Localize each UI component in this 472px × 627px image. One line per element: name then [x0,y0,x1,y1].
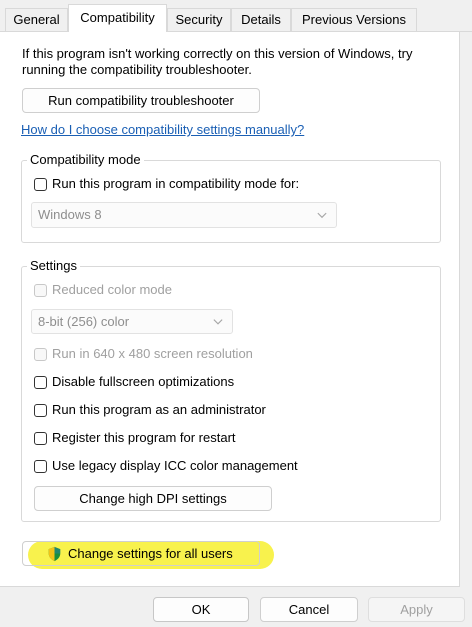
apply-button: Apply [368,597,465,622]
register-restart-checkbox[interactable] [34,431,47,445]
reduced-color-checkbox [34,283,47,297]
settings-legend: Settings [27,258,80,273]
ok-button[interactable]: OK [153,597,249,622]
legacy-icc-checkbox[interactable] [34,459,47,473]
resolution-row: Run in 640 x 480 screen resolution [34,345,253,363]
intro-text: If this program isn't working correctly … [22,46,413,77]
settings-group [21,266,441,522]
os-version-value: Windows 8 [38,207,102,222]
change-settings-all-users-button[interactable]: Change settings for all users [22,541,260,566]
run-as-admin-label: Run this program as an administrator [52,402,266,417]
change-dpi-button[interactable]: Change high DPI settings [34,486,272,511]
run-as-admin-checkbox[interactable] [34,403,47,417]
register-restart-label: Register this program for restart [52,430,236,445]
legacy-icc-row[interactable]: Use legacy display ICC color management [34,457,298,475]
reduced-color-label: Reduced color mode [52,282,172,297]
compatibility-mode-legend: Compatibility mode [27,152,144,167]
reduced-color-row: Reduced color mode [34,281,172,299]
color-depth-value: 8-bit (256) color [38,314,130,329]
chevron-down-icon [213,319,223,325]
disable-fullscreen-checkbox[interactable] [34,375,47,389]
compatibility-mode-checkbox[interactable] [34,177,47,191]
run-as-admin-row[interactable]: Run this program as an administrator [34,401,266,419]
disable-fullscreen-row[interactable]: Disable fullscreen optimizations [34,373,234,391]
resolution-checkbox [34,347,47,361]
tab-details[interactable]: Details [231,8,291,31]
disable-fullscreen-label: Disable fullscreen optimizations [52,374,235,389]
resolution-label: Run in 640 x 480 screen resolution [52,346,253,361]
register-restart-row[interactable]: Register this program for restart [34,429,236,447]
color-depth-select: 8-bit (256) color [31,309,233,334]
run-troubleshooter-button[interactable]: Run compatibility troubleshooter [22,88,260,113]
help-link[interactable]: How do I choose compatibility settings m… [21,122,304,137]
change-settings-all-users-label: Change settings for all users [68,546,233,561]
legacy-icc-label: Use legacy display ICC color management [52,458,298,473]
uac-shield-icon [48,546,61,562]
tab-security[interactable]: Security [167,8,231,31]
compatibility-mode-checkbox-row[interactable]: Run this program in compatibility mode f… [34,175,299,193]
cancel-button[interactable]: Cancel [260,597,358,622]
compatibility-mode-label: Run this program in compatibility mode f… [52,176,300,191]
tab-compatibility[interactable]: Compatibility [68,4,167,32]
tab-previous-versions[interactable]: Previous Versions [291,8,417,31]
os-version-select[interactable]: Windows 8 [31,202,337,228]
chevron-down-icon [317,212,327,219]
tab-general[interactable]: General [5,8,68,31]
